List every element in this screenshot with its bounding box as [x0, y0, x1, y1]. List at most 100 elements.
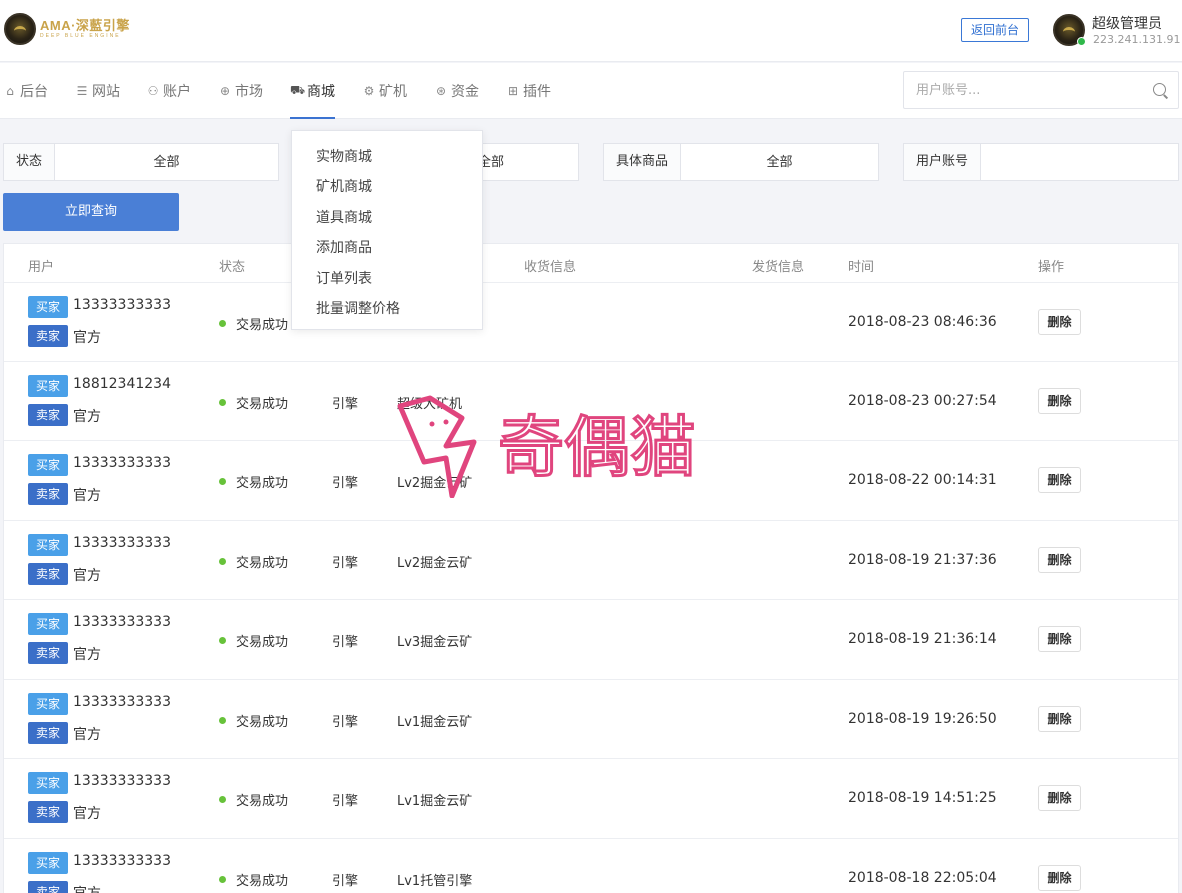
nav-item-dashboard[interactable]: ⌂ 后台: [3, 63, 48, 119]
status-dot-icon: [219, 399, 226, 406]
home-icon: ⌂: [6, 84, 14, 98]
column-header-status: 状态: [219, 260, 246, 275]
filter-label: 状态: [4, 144, 56, 180]
nav-item-website[interactable]: ☰ 网站: [75, 63, 120, 119]
delete-button[interactable]: 删除: [1038, 706, 1081, 732]
filter-select-value[interactable]: 全部: [55, 144, 278, 180]
top-bar: AMA·深藍引擎 DEEP BLUE ENGINE 返回前台 超级管理员 223…: [0, 0, 1182, 62]
product-name: Lv3掘金云矿: [397, 635, 473, 650]
order-status: 交易成功: [236, 794, 289, 809]
buyer-account: 13333333333: [73, 535, 171, 551]
delete-button[interactable]: 删除: [1038, 309, 1081, 335]
order-type: 引擎: [332, 874, 359, 889]
seller-tag: 卖家: [28, 325, 68, 347]
grid-icon: ⊞: [507, 84, 519, 98]
filter-user-account[interactable]: 用户账号: [903, 143, 1179, 181]
buyer-account: 13333333333: [73, 455, 171, 471]
buyer-account: 13333333333: [73, 694, 171, 710]
column-header-user: 用户: [28, 260, 55, 275]
seller-name: 官方: [73, 806, 101, 822]
column-header-shipping-address: 收货信息: [524, 260, 577, 275]
seller-name: 官方: [73, 883, 101, 893]
order-time: 2018-08-18 22:05:04: [848, 870, 997, 886]
order-status: 交易成功: [236, 715, 289, 730]
seller-name: 官方: [73, 330, 101, 346]
logo-subtitle: DEEP BLUE ENGINE: [40, 33, 121, 39]
order-type: 引擎: [332, 556, 359, 571]
nav-item-miners[interactable]: ⚙ 矿机: [362, 63, 407, 119]
chip-icon: ⚙: [363, 84, 375, 98]
seller-name: 官方: [73, 488, 101, 504]
user-account-input[interactable]: [981, 144, 1178, 180]
nav-item-plugins[interactable]: ⊞ 插件: [506, 63, 551, 119]
order-type: 引擎: [332, 397, 359, 412]
table-row: 买家 13333333333 卖家 官方 交易成功 引擎 Lv1掘金云矿 201…: [4, 679, 1178, 759]
status-dot-icon: [219, 320, 226, 327]
nav-label: 插件: [523, 84, 551, 100]
seller-tag: 卖家: [28, 563, 68, 585]
globe-icon: ⊕: [219, 84, 231, 98]
user-profile[interactable]: 超级管理员 223.241.131.91: [1053, 13, 1180, 49]
status-dot-icon: [219, 637, 226, 644]
filter-status[interactable]: 状态 全部: [3, 143, 279, 181]
order-type: 引擎: [332, 635, 359, 650]
status-dot-icon: [219, 876, 226, 883]
menu-item-order-list[interactable]: 订单列表: [316, 268, 372, 288]
seller-tag: 卖家: [28, 642, 68, 664]
column-header-actions: 操作: [1038, 260, 1065, 275]
nav-item-funds[interactable]: ⊛ 资金: [434, 63, 479, 119]
buyer-account: 13333333333: [73, 773, 171, 789]
filter-label: 具体商品: [604, 144, 682, 180]
table-row: 买家 13333333333 卖家 官方 交易成功 引擎 Lv1托管引擎 201…: [4, 838, 1178, 893]
seller-tag: 卖家: [28, 722, 68, 744]
watermark-text: 奇偶猫: [498, 409, 696, 486]
orders-table: 用户 状态 收货信息 发货信息 时间 操作 买家 13333333333 卖家 …: [3, 243, 1179, 893]
logo-title: AMA·深藍引擎: [40, 18, 130, 33]
menu-item-physical-mall[interactable]: 实物商城: [316, 146, 372, 166]
order-status: 交易成功: [236, 556, 289, 571]
delete-button[interactable]: 删除: [1038, 467, 1081, 493]
nav-item-accounts[interactable]: ⚇ 账户: [146, 63, 191, 119]
delete-button[interactable]: 删除: [1038, 388, 1081, 414]
order-time: 2018-08-22 00:14:31: [848, 472, 997, 488]
status-dot-icon: [219, 717, 226, 724]
back-to-frontend-button[interactable]: 返回前台: [961, 18, 1029, 42]
mall-dropdown-menu: 实物商城 矿机商城 道具商城 添加商品 订单列表 批量调整价格: [291, 130, 483, 330]
buyer-tag: 买家: [28, 772, 68, 794]
nav-item-market[interactable]: ⊕ 市场: [218, 63, 263, 119]
delete-button[interactable]: 删除: [1038, 547, 1081, 573]
query-button[interactable]: 立即查询: [3, 193, 179, 231]
menu-item-bulk-price-adjust[interactable]: 批量调整价格: [316, 298, 400, 318]
search-icon[interactable]: [1153, 83, 1166, 96]
delete-button[interactable]: 删除: [1038, 626, 1081, 652]
seller-name: 官方: [73, 568, 101, 584]
user-name: 超级管理员: [1092, 16, 1162, 32]
buyer-tag: 买家: [28, 852, 68, 874]
filter-select-value[interactable]: 全部: [681, 144, 878, 180]
watermark-logo: 奇偶猫: [397, 395, 698, 498]
menu-item-miner-mall[interactable]: 矿机商城: [316, 176, 372, 196]
table-row: 买家 13333333333 卖家 官方 交易成功 引擎 Lv3掘金云矿 201…: [4, 599, 1178, 679]
user-search: [903, 71, 1179, 109]
nav-label: 商城: [307, 84, 335, 100]
nav-label: 网站: [92, 84, 120, 100]
buyer-tag: 买家: [28, 534, 68, 556]
buyer-tag: 买家: [28, 693, 68, 715]
nav-item-mall[interactable]: ⛟ 商城: [290, 63, 335, 119]
filter-product[interactable]: 具体商品 全部: [603, 143, 879, 181]
delete-button[interactable]: 删除: [1038, 785, 1081, 811]
order-time: 2018-08-19 21:37:36: [848, 552, 997, 568]
logo[interactable]: AMA·深藍引擎 DEEP BLUE ENGINE: [4, 13, 130, 45]
product-name: Lv1掘金云矿: [397, 715, 473, 730]
search-input[interactable]: [904, 72, 1144, 108]
delete-button[interactable]: 删除: [1038, 865, 1081, 891]
buyer-account: 13333333333: [73, 853, 171, 869]
coin-icon: ⊛: [435, 84, 447, 98]
product-name: Lv1托管引擎: [397, 874, 473, 889]
seller-tag: 卖家: [28, 881, 68, 893]
menu-item-props-mall[interactable]: 道具商城: [316, 207, 372, 227]
order-status: 交易成功: [236, 318, 289, 333]
table-row: 买家 13333333333 卖家 官方 交易成功 引擎 Lv1掘金云矿 201…: [4, 758, 1178, 838]
order-type: 引擎: [332, 715, 359, 730]
menu-item-add-product[interactable]: 添加商品: [316, 237, 372, 257]
